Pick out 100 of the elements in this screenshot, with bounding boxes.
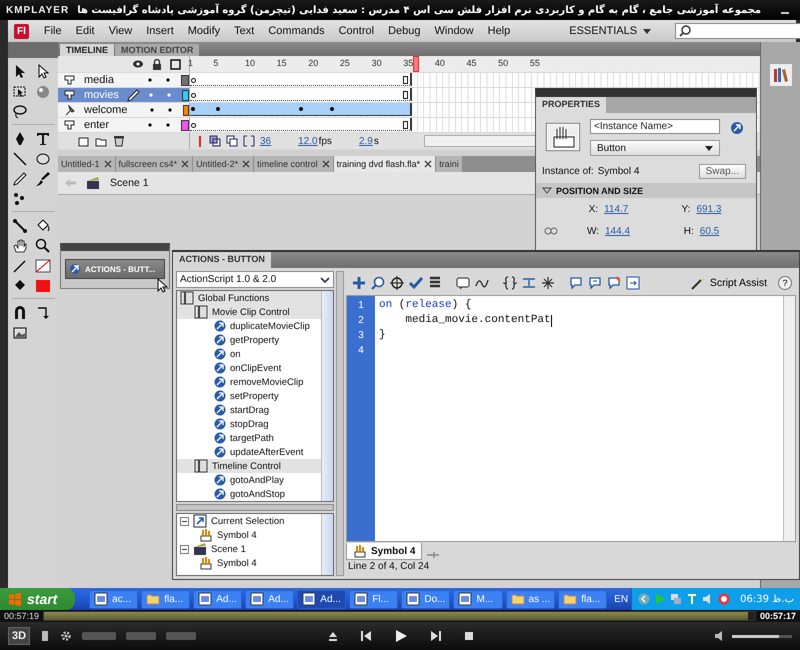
layer-color-swatch[interactable] <box>182 90 189 100</box>
menu-item[interactable]: Control <box>332 25 382 37</box>
fill-swatch-icon[interactable] <box>34 278 50 294</box>
library-icon[interactable] <box>770 64 792 86</box>
tree-item[interactable]: on <box>177 347 321 361</box>
comment-block-icon[interactable] <box>569 276 583 290</box>
free-transform-icon[interactable] <box>12 84 28 100</box>
tree-item[interactable]: Symbol 4 <box>177 528 321 542</box>
settings-icon[interactable] <box>60 630 72 642</box>
value-link[interactable]: 60.5 <box>700 226 720 236</box>
zoom-icon[interactable] <box>34 238 50 254</box>
braces-icon[interactable] <box>503 276 517 290</box>
language-dropdown[interactable]: ActionScript 1.0 & 2.0 <box>176 271 334 288</box>
find-icon[interactable] <box>371 276 385 290</box>
tree-item[interactable]: updateAfterEvent <box>177 445 321 459</box>
layer-row[interactable]: media <box>58 73 190 87</box>
tree-item[interactable]: removeMovieClip <box>177 375 321 389</box>
bone-icon[interactable] <box>12 218 28 234</box>
image-icon[interactable] <box>12 325 28 341</box>
next-icon[interactable] <box>430 630 442 642</box>
taskbar-button[interactable]: M... <box>453 590 503 608</box>
checkmark-icon[interactable] <box>409 276 423 290</box>
format-icon[interactable] <box>428 276 442 290</box>
taskbar-button[interactable]: as ... <box>506 590 556 608</box>
menu-item[interactable]: Modify <box>180 25 228 37</box>
menu-item[interactable]: Insert <box>139 25 181 37</box>
tree-item[interactable]: gotoAndPlay <box>177 473 321 487</box>
tree-item[interactable]: gotoAndStop <box>177 487 321 501</box>
target-icon[interactable] <box>718 593 730 605</box>
panel-tab[interactable]: MOTION EDITOR <box>115 44 200 56</box>
playhead[interactable] <box>412 56 419 72</box>
tree-item[interactable]: setProperty <box>177 389 321 403</box>
taskbar-button[interactable]: fla... <box>141 590 190 608</box>
panel-tab[interactable]: ACTIONS - BUTTON <box>173 252 271 268</box>
tree-item[interactable]: Current Selection <box>177 514 321 528</box>
taskbar-button[interactable]: ac... <box>89 590 138 608</box>
language-indicator[interactable]: EN <box>614 594 628 604</box>
volume-slider[interactable] <box>732 634 792 638</box>
oval-tool-icon[interactable] <box>34 151 50 167</box>
tree-item[interactable]: Scene 1 <box>177 542 321 556</box>
constrain-icon[interactable] <box>544 225 558 237</box>
instance-name-field[interactable]: <Instance Name> <box>590 119 720 134</box>
frame-span[interactable] <box>190 73 412 86</box>
tree-item[interactable]: duplicateMovieClip <box>177 319 321 333</box>
tree-item[interactable]: targetPath <box>177 431 321 445</box>
workspace-dropdown[interactable]: ESSENTIALS <box>559 25 662 37</box>
search-field[interactable] <box>675 23 800 39</box>
section-header[interactable]: POSITION AND SIZE <box>536 183 756 198</box>
vertical-scrollbar[interactable] <box>783 296 795 541</box>
taskbar-button[interactable]: Fl... <box>349 590 398 608</box>
tree-item[interactable]: Symbol 4 <box>177 556 321 570</box>
layer-row[interactable]: welcome <box>58 103 190 117</box>
taskbar-button[interactable]: Do... <box>401 590 450 608</box>
document-tab[interactable]: Untitled-1 <box>58 156 115 172</box>
splitter-handle[interactable] <box>336 271 344 576</box>
add-icon[interactable] <box>352 276 366 290</box>
brush-icon[interactable] <box>34 171 50 187</box>
eject-icon[interactable] <box>328 631 338 641</box>
lasso-icon[interactable] <box>12 104 28 120</box>
menu-item[interactable]: Commands <box>261 25 332 37</box>
seek-bar[interactable] <box>43 611 756 621</box>
toolbox-toggle-icon[interactable] <box>626 276 640 290</box>
value-link[interactable]: 114.7 <box>604 204 628 215</box>
pencil-icon[interactable] <box>12 171 28 187</box>
splitter-handle[interactable] <box>176 504 334 511</box>
document-tab[interactable]: traini <box>436 156 462 172</box>
frame-span[interactable] <box>190 88 412 101</box>
previous-icon[interactable] <box>360 630 372 642</box>
value-link[interactable]: 691.3 <box>696 204 722 215</box>
tree-item[interactable]: Movie Clip Control <box>177 305 321 319</box>
stop-icon[interactable] <box>464 631 474 641</box>
value-link[interactable]: 144.4 <box>605 226 630 236</box>
vertical-scrollbar[interactable] <box>321 291 333 501</box>
line-tool-icon[interactable] <box>12 151 28 167</box>
paint-bucket-icon[interactable] <box>34 218 50 234</box>
panel-tab[interactable]: TIMELINE <box>60 44 114 56</box>
hand-icon[interactable] <box>12 238 28 254</box>
tree-item[interactable]: getProperty <box>177 333 321 347</box>
link-icon[interactable] <box>730 121 744 135</box>
tree-item[interactable]: Global Functions <box>177 291 321 305</box>
play-icon[interactable] <box>394 629 408 643</box>
layer-color-swatch[interactable] <box>183 104 189 116</box>
layer-row[interactable]: enter <box>58 118 190 132</box>
comment-line-icon[interactable] <box>588 276 602 290</box>
stroke-swatch-icon[interactable] <box>34 258 50 274</box>
symbol-type-dropdown[interactable]: Button <box>590 140 720 156</box>
taskbar-button[interactable]: Ad... <box>245 590 294 608</box>
frame-span[interactable] <box>190 118 412 131</box>
start-button[interactable]: start <box>0 588 76 610</box>
taskbar-button[interactable]: Ad... <box>297 590 346 608</box>
swap-button[interactable]: Swap... <box>698 164 746 179</box>
menu-item[interactable]: Debug <box>381 25 428 37</box>
taskbar-button[interactable]: fla... <box>558 590 608 608</box>
tree-item[interactable]: onClipEvent <box>177 361 321 375</box>
crosshair-icon[interactable] <box>390 276 404 290</box>
tree-item[interactable]: stopDrag <box>177 417 321 431</box>
menu-item[interactable]: File <box>36 25 69 37</box>
script-tab[interactable]: Symbol 4 <box>346 543 422 560</box>
help-button[interactable]: ? <box>778 276 792 290</box>
script-assist-button[interactable]: Script Assist <box>684 275 773 291</box>
